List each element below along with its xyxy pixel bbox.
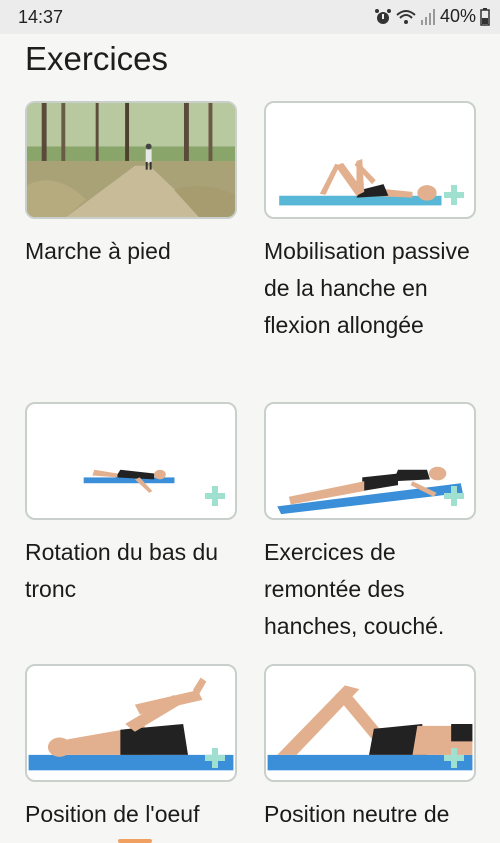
add-icon — [444, 185, 464, 205]
add-icon — [444, 486, 464, 506]
battery-level: 40% — [439, 6, 476, 26]
exercise-card-neutral-position[interactable] — [264, 664, 476, 782]
exercise-card-hip-flexion[interactable] — [264, 101, 476, 219]
scroll-indicator — [118, 839, 152, 843]
add-icon — [444, 748, 464, 768]
exercise-card-walking[interactable] — [25, 101, 237, 219]
trunk-rotation-photo — [83, 469, 175, 493]
exercise-label[interactable]: Rotation du bas du tronc — [25, 534, 240, 608]
exercise-card-hip-raise[interactable] — [264, 402, 476, 520]
alarm-icon — [374, 8, 391, 24]
page-title: Exercices — [25, 40, 169, 77]
battery-icon — [480, 7, 490, 26]
exercise-card-trunk-rotation[interactable] — [25, 402, 237, 520]
hip-flexion-photo — [279, 159, 442, 206]
hip-raise-photo — [277, 466, 463, 515]
neutral-position-photo — [267, 685, 473, 771]
egg-position-photo — [28, 677, 234, 771]
add-icon — [205, 748, 225, 768]
status-icons: 40% — [374, 6, 490, 27]
forest-walk-photo — [27, 103, 235, 217]
exercise-label[interactable]: Position de l'oeuf — [25, 796, 240, 833]
add-icon — [205, 486, 225, 506]
signal-icon — [420, 8, 435, 25]
status-time: 14:37 — [18, 7, 64, 27]
exercise-label[interactable]: Mobilisation passive de la hanche en fle… — [264, 233, 479, 344]
exercise-label[interactable]: Position neutre de — [264, 796, 479, 833]
exercise-card-egg-position[interactable] — [25, 664, 237, 782]
exercise-label[interactable]: Exercices de remontée des hanches, couch… — [264, 534, 479, 645]
status-bar: 14:37 40% — [0, 0, 500, 34]
exercise-label[interactable]: Marche à pied — [25, 233, 240, 270]
wifi-icon — [396, 9, 416, 24]
